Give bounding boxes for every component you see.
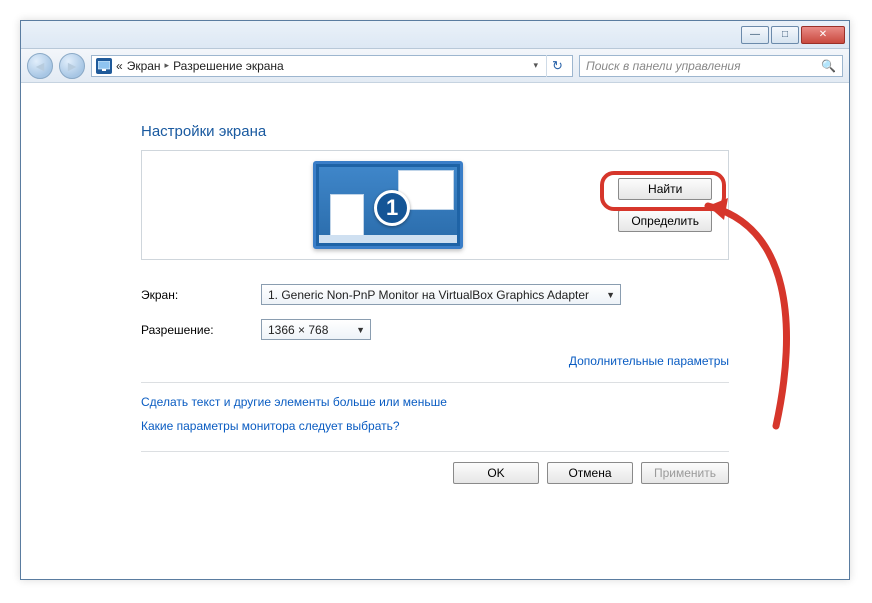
advanced-params-link[interactable]: Дополнительные параметры	[569, 354, 729, 368]
divider	[141, 382, 729, 383]
search-placeholder: Поиск в панели управления	[586, 59, 741, 73]
page-title: Настройки экрана	[141, 123, 729, 140]
breadcrumb-item-1[interactable]: Экран	[127, 59, 161, 73]
control-panel-window: — □ ✕ ◄ ► « Экран ▸ Разрешение экрана ▾ …	[20, 20, 850, 580]
cancel-button[interactable]: Отмена	[547, 462, 633, 484]
text-size-link[interactable]: Сделать текст и другие элементы больше и…	[141, 395, 447, 409]
screen-label: Экран:	[141, 288, 261, 302]
screen-select[interactable]: 1. Generic Non-PnP Monitor на VirtualBox…	[261, 284, 621, 305]
breadcrumb-item-2[interactable]: Разрешение экрана	[173, 59, 284, 73]
screen-select-value: 1. Generic Non-PnP Monitor на VirtualBox…	[268, 288, 589, 302]
resolution-select[interactable]: 1366 × 768 ▼	[261, 319, 371, 340]
search-input[interactable]: Поиск в панели управления 🔍	[579, 55, 843, 77]
screen-row: Экран: 1. Generic Non-PnP Monitor на Vir…	[141, 284, 729, 305]
find-button[interactable]: Найти	[618, 178, 712, 200]
resolution-row: Разрешение: 1366 × 768 ▼	[141, 319, 729, 340]
display-icon	[96, 58, 112, 74]
search-icon: 🔍	[821, 59, 836, 73]
close-button[interactable]: ✕	[801, 26, 845, 44]
which-params-link[interactable]: Какие параметры монитора следует выбрать…	[141, 419, 400, 433]
chevron-right-icon: ▸	[165, 60, 170, 71]
monitor-1[interactable]: 1	[313, 161, 463, 249]
content-area: Настройки экрана 1 Найти Определить	[21, 83, 849, 579]
breadcrumb: « Экран ▸ Разрешение экрана	[116, 59, 284, 73]
resolution-label: Разрешение:	[141, 323, 261, 337]
identify-button[interactable]: Определить	[618, 210, 712, 232]
titlebar: — □ ✕	[21, 21, 849, 49]
ok-button[interactable]: OK	[453, 462, 539, 484]
refresh-button[interactable]: ↻	[546, 55, 568, 77]
navbar: ◄ ► « Экран ▸ Разрешение экрана ▾ ↻ Поис…	[21, 49, 849, 83]
breadcrumb-prefix: «	[116, 59, 123, 73]
resolution-select-value: 1366 × 768	[268, 323, 328, 337]
preview-buttons: Найти Определить	[618, 178, 712, 232]
address-dropdown[interactable]: ▾	[529, 60, 542, 71]
maximize-button[interactable]: □	[771, 26, 799, 44]
minimize-button[interactable]: —	[741, 26, 769, 44]
monitor-preview[interactable]: 1	[158, 161, 618, 249]
chevron-down-icon: ▼	[606, 290, 615, 300]
monitor-number-badge: 1	[374, 190, 410, 226]
footer-buttons: OK Отмена Применить	[141, 451, 729, 484]
address-bar[interactable]: « Экран ▸ Разрешение экрана ▾ ↻	[91, 55, 573, 77]
apply-button[interactable]: Применить	[641, 462, 729, 484]
monitor-preview-box: 1 Найти Определить	[141, 150, 729, 260]
nav-forward-button[interactable]: ►	[59, 53, 85, 79]
nav-back-button[interactable]: ◄	[27, 53, 53, 79]
chevron-down-icon: ▼	[356, 325, 365, 335]
